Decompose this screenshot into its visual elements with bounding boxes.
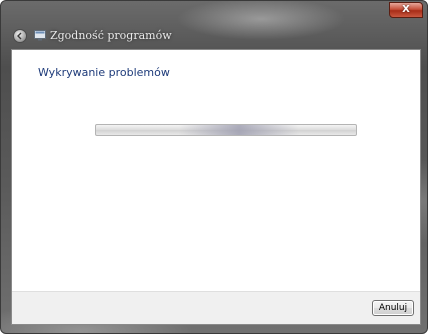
dialog-window: Zgodność programów X Wykrywanie problemó… [0,0,428,334]
window-title: Zgodność programów [50,29,172,42]
close-icon: X [402,4,410,15]
close-button[interactable]: X [389,2,423,18]
progress-bar [95,124,357,136]
back-arrow-icon [17,32,22,40]
footer-bar: Anuluj [12,291,420,324]
title-bar: Zgodność programów X [1,1,427,47]
page-heading: Wykrywanie problemów [38,66,170,79]
back-button[interactable] [13,29,27,43]
content-area: Wykrywanie problemów Anuluj [11,49,421,325]
app-icon [34,30,46,41]
cancel-button[interactable]: Anuluj [372,300,414,316]
progress-marquee [179,125,299,135]
